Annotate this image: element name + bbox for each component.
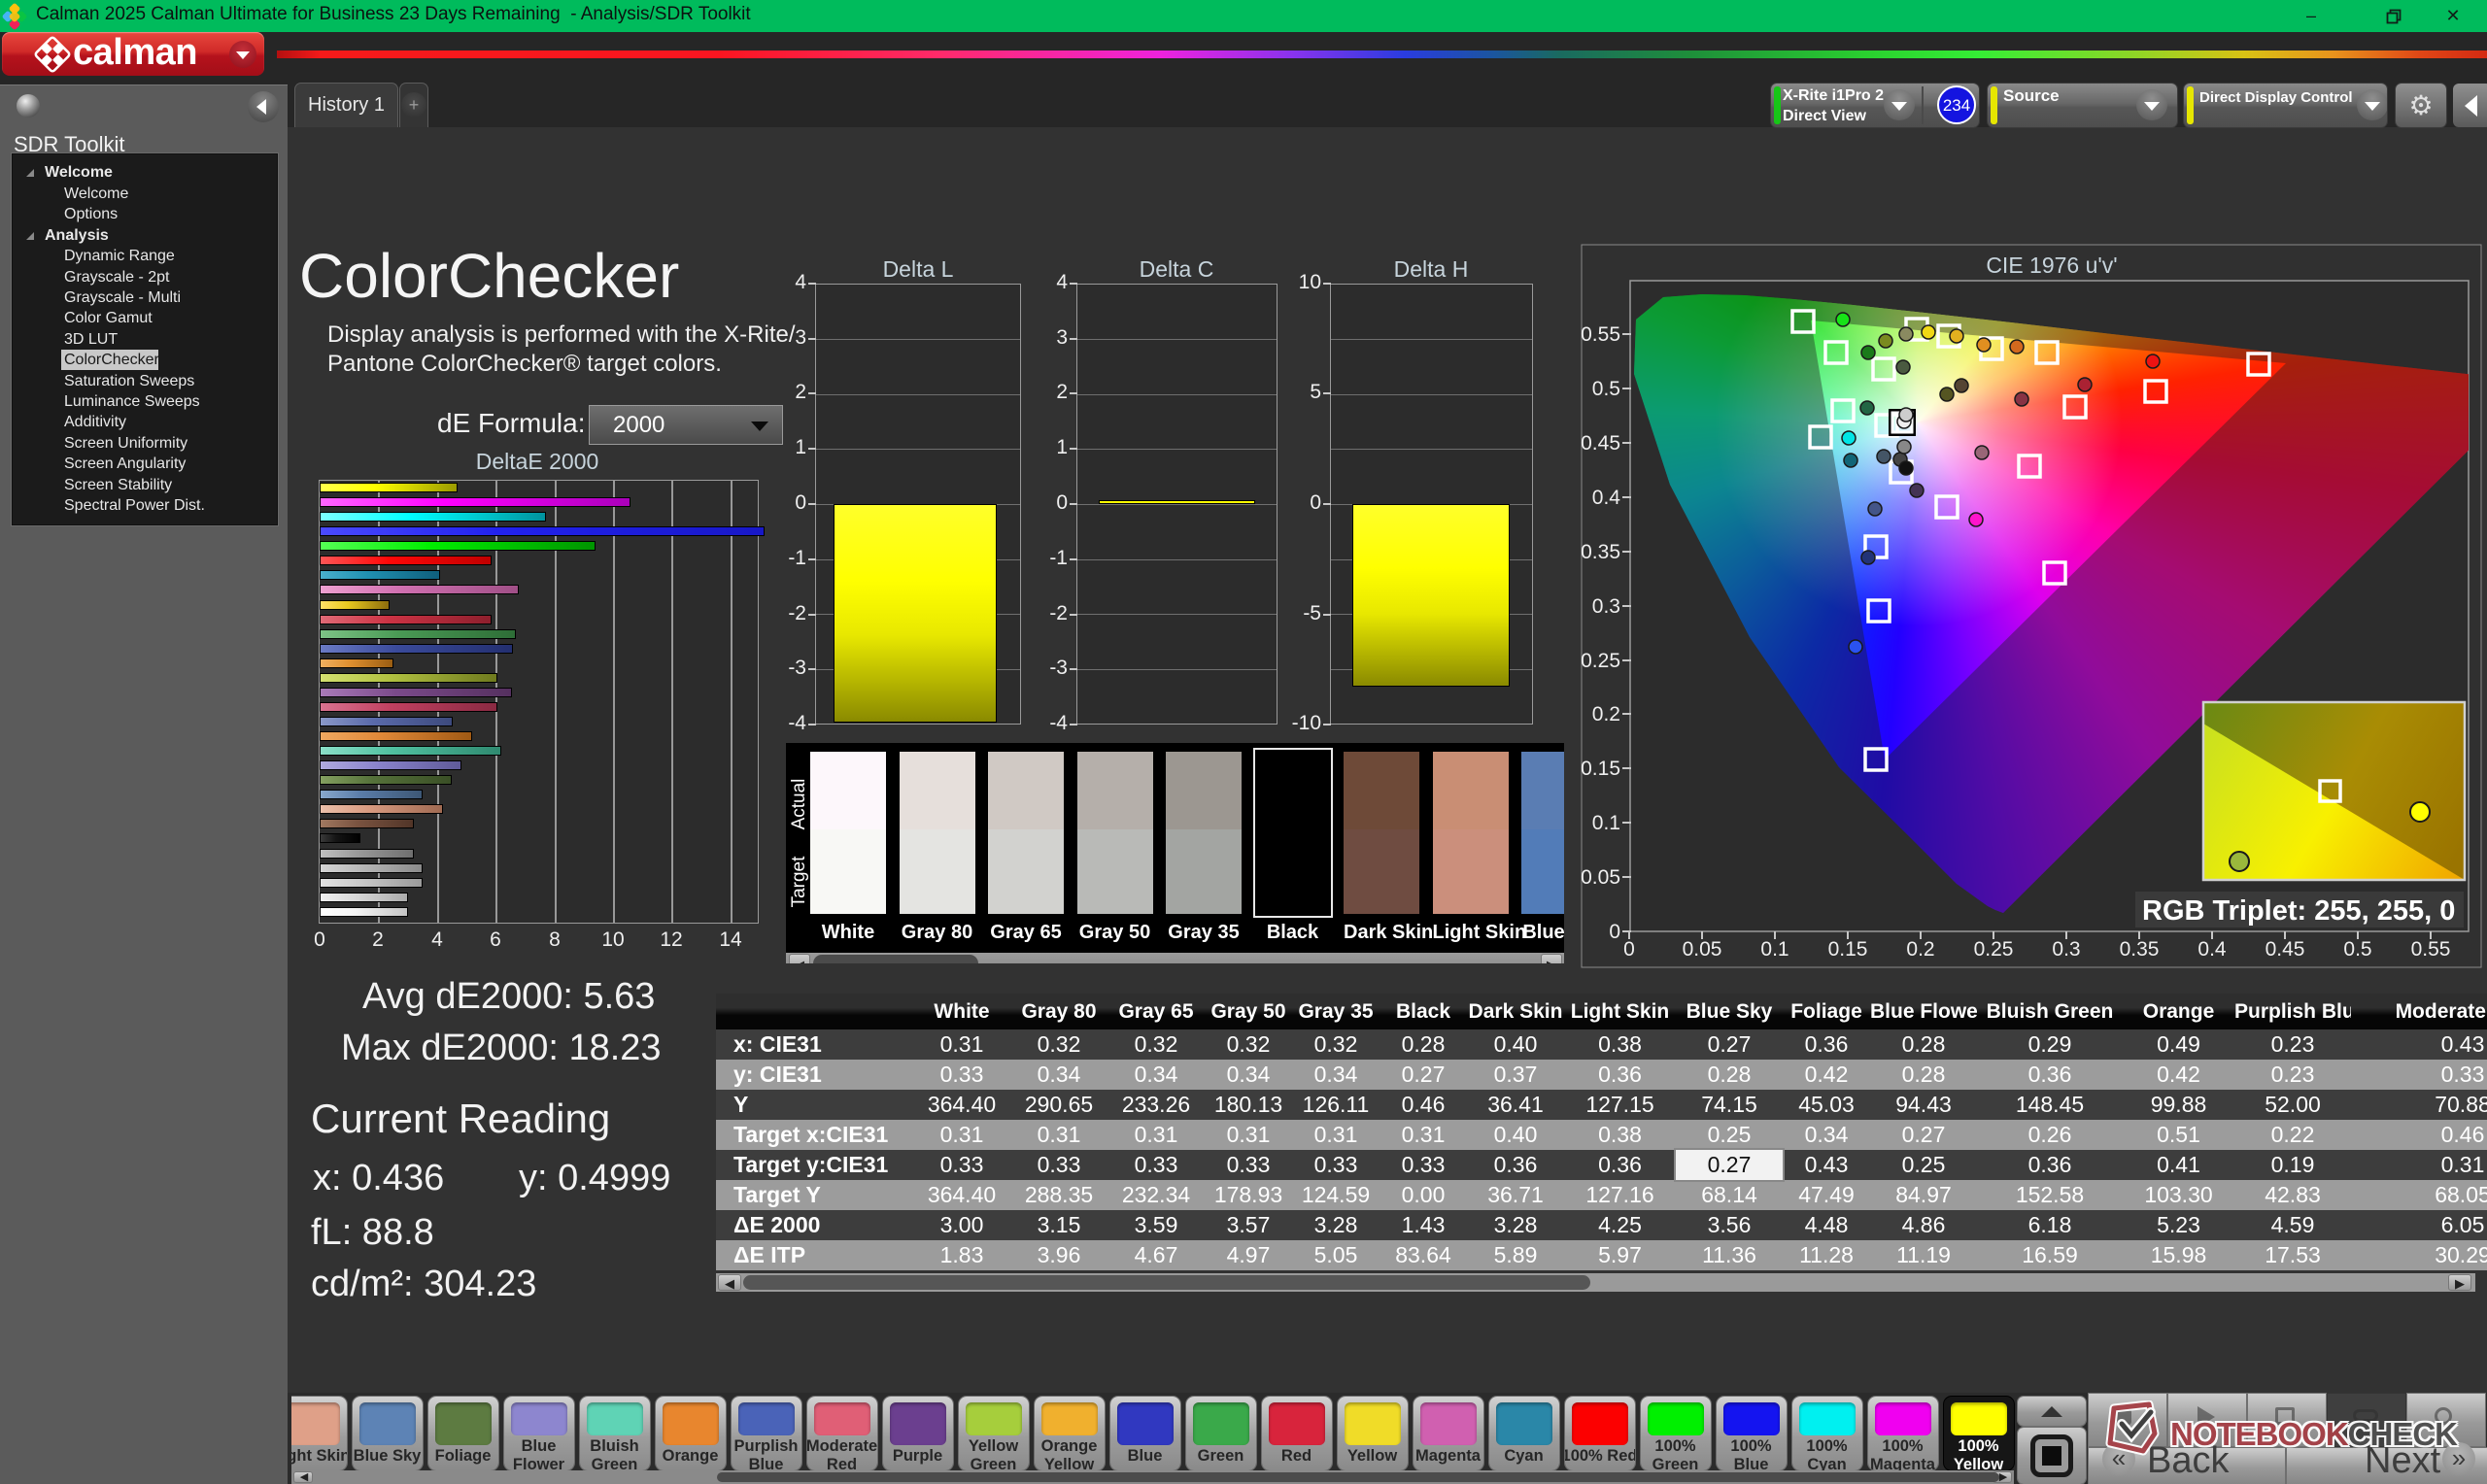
svg-text:0.25: 0.25 bbox=[1581, 650, 1620, 672]
svg-text:0.4: 0.4 bbox=[2197, 938, 2227, 961]
svg-text:0.35: 0.35 bbox=[2120, 938, 2160, 961]
svg-text:0.1: 0.1 bbox=[1592, 812, 1620, 834]
svg-text:RGB Triplet: 255, 255, 0: RGB Triplet: 255, 255, 0 bbox=[2142, 895, 2455, 927]
svg-text:0.45: 0.45 bbox=[1581, 432, 1620, 455]
svg-text:0.3: 0.3 bbox=[1592, 595, 1620, 618]
svg-text:0.55: 0.55 bbox=[2411, 938, 2451, 961]
svg-text:0.2: 0.2 bbox=[1592, 703, 1620, 725]
svg-text:0.15: 0.15 bbox=[1828, 938, 1868, 961]
svg-text:0: 0 bbox=[1623, 938, 1635, 961]
svg-text:0.3: 0.3 bbox=[2052, 938, 2080, 961]
svg-text:0.5: 0.5 bbox=[1592, 378, 1620, 400]
svg-text:0.05: 0.05 bbox=[1683, 938, 1722, 961]
svg-text:0.35: 0.35 bbox=[1581, 541, 1620, 563]
svg-text:0.2: 0.2 bbox=[1906, 938, 1934, 961]
svg-text:0.1: 0.1 bbox=[1760, 938, 1789, 961]
svg-text:0: 0 bbox=[1609, 921, 1620, 943]
svg-text:0.05: 0.05 bbox=[1581, 866, 1620, 889]
svg-text:CIE 1976 u'v': CIE 1976 u'v' bbox=[1986, 253, 2117, 278]
svg-text:0.15: 0.15 bbox=[1581, 758, 1620, 780]
svg-text:0.45: 0.45 bbox=[2266, 938, 2305, 961]
svg-text:0.5: 0.5 bbox=[2343, 938, 2371, 961]
svg-text:0.25: 0.25 bbox=[1974, 938, 2014, 961]
svg-text:0.55: 0.55 bbox=[1581, 323, 1620, 346]
svg-text:0.4: 0.4 bbox=[1592, 487, 1621, 509]
